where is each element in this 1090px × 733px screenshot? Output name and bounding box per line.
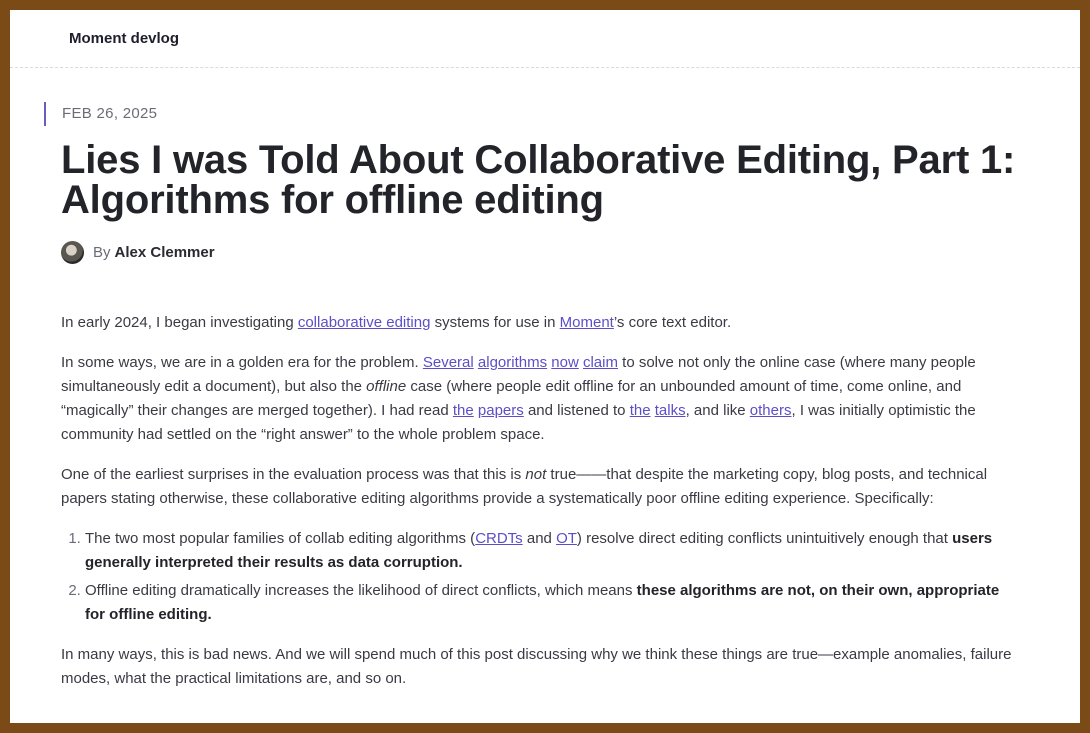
- author-avatar: [61, 241, 84, 264]
- the-talks-link-2[interactable]: talks: [655, 402, 686, 419]
- site-header: Moment devlog: [10, 10, 1080, 68]
- byline: By Alex Clemmer: [61, 241, 215, 264]
- browser-viewport: Moment devlog FEB 26, 2025 Lies I was To…: [10, 10, 1080, 723]
- site-title-link[interactable]: Moment devlog: [69, 30, 179, 47]
- by-label: By: [93, 244, 111, 261]
- collaborative-editing-link[interactable]: collaborative editing: [298, 314, 431, 331]
- moment-link[interactable]: Moment: [560, 314, 614, 331]
- post-body: In early 2024, I began investigating col…: [61, 311, 1021, 707]
- the-talks-link-1[interactable]: the: [630, 402, 651, 419]
- the-papers-link-1[interactable]: the: [453, 402, 474, 419]
- paragraph-3: One of the earliest surprises in the eva…: [61, 466, 988, 507]
- crdts-link[interactable]: CRDTs: [475, 530, 523, 547]
- claim-link[interactable]: claim: [583, 354, 618, 371]
- paragraph-2: In some ways, we are in a golden era for…: [61, 354, 976, 443]
- author-name: Alex Clemmer: [114, 244, 215, 261]
- several-link[interactable]: Several: [423, 354, 474, 371]
- the-papers-link-2[interactable]: papers: [478, 402, 524, 419]
- post-date: FEB 26, 2025: [44, 102, 157, 126]
- paragraph-1: In early 2024, I began investigating col…: [61, 314, 732, 331]
- post-title: Lies I was Told About Collaborative Edit…: [61, 138, 1016, 222]
- others-link[interactable]: others: [750, 402, 792, 419]
- findings-list: The two most popular families of collab …: [61, 527, 1021, 627]
- ot-link[interactable]: OT: [556, 530, 577, 547]
- algorithms-link[interactable]: algorithms: [478, 354, 547, 371]
- list-item: Offline editing dramatically increases t…: [85, 579, 1021, 627]
- paragraph-4: In many ways, this is bad news. And we w…: [61, 646, 1012, 687]
- now-link[interactable]: now: [551, 354, 579, 371]
- list-item: The two most popular families of collab …: [85, 527, 1021, 575]
